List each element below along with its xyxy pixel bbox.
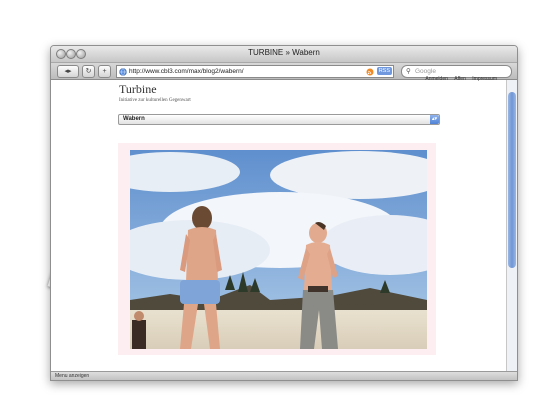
globe-icon [119, 67, 127, 76]
nav-link-anmelden[interactable]: Anmelden [425, 76, 448, 82]
plus-icon: + [102, 68, 107, 75]
nav-link-affen[interactable]: Affen [454, 76, 466, 82]
site-title[interactable]: Turbine [119, 82, 157, 97]
back-forward-buttons[interactable]: ◂▸ [57, 65, 79, 78]
url-text[interactable]: http://www.cbl3.com/max/blog2/wabern/ [129, 66, 244, 77]
select-arrows-icon: ▴▾ [430, 115, 439, 124]
vertical-scrollbar[interactable] [506, 80, 517, 372]
main-photo[interactable] [130, 150, 427, 349]
status-text: Menu anzeigen [55, 373, 90, 379]
add-bookmark-button[interactable]: + [98, 65, 111, 78]
top-navigation: Anmelden Affen Impressum [420, 76, 497, 82]
gallery-select-value: Wabern [123, 116, 145, 122]
forward-arrow-icon[interactable]: ▸ [68, 68, 72, 75]
rss-badge[interactable]: RSS [376, 67, 392, 75]
gallery-select[interactable]: Wabern ▴▾ [118, 114, 440, 125]
site-subtitle: Initiative zur kulturellen Gegenwart [119, 98, 191, 103]
scrollbar-thumb[interactable] [508, 92, 516, 268]
rss-icon[interactable] [366, 68, 374, 76]
title-bar[interactable]: TURBINE » Wabern [51, 46, 517, 63]
main-photo-image [130, 150, 427, 349]
window-title: TURBINE » Wabern [248, 48, 320, 57]
nav-link-impressum[interactable]: Impressum [472, 76, 497, 82]
address-bar[interactable]: http://www.cbl3.com/max/blog2/wabern/ RS… [116, 65, 394, 78]
reload-icon: ↻ [85, 68, 92, 75]
status-bar: Menu anzeigen [51, 371, 517, 380]
reload-button[interactable]: ↻ [82, 65, 95, 78]
magnifier-icon: ⚲ [406, 68, 411, 75]
